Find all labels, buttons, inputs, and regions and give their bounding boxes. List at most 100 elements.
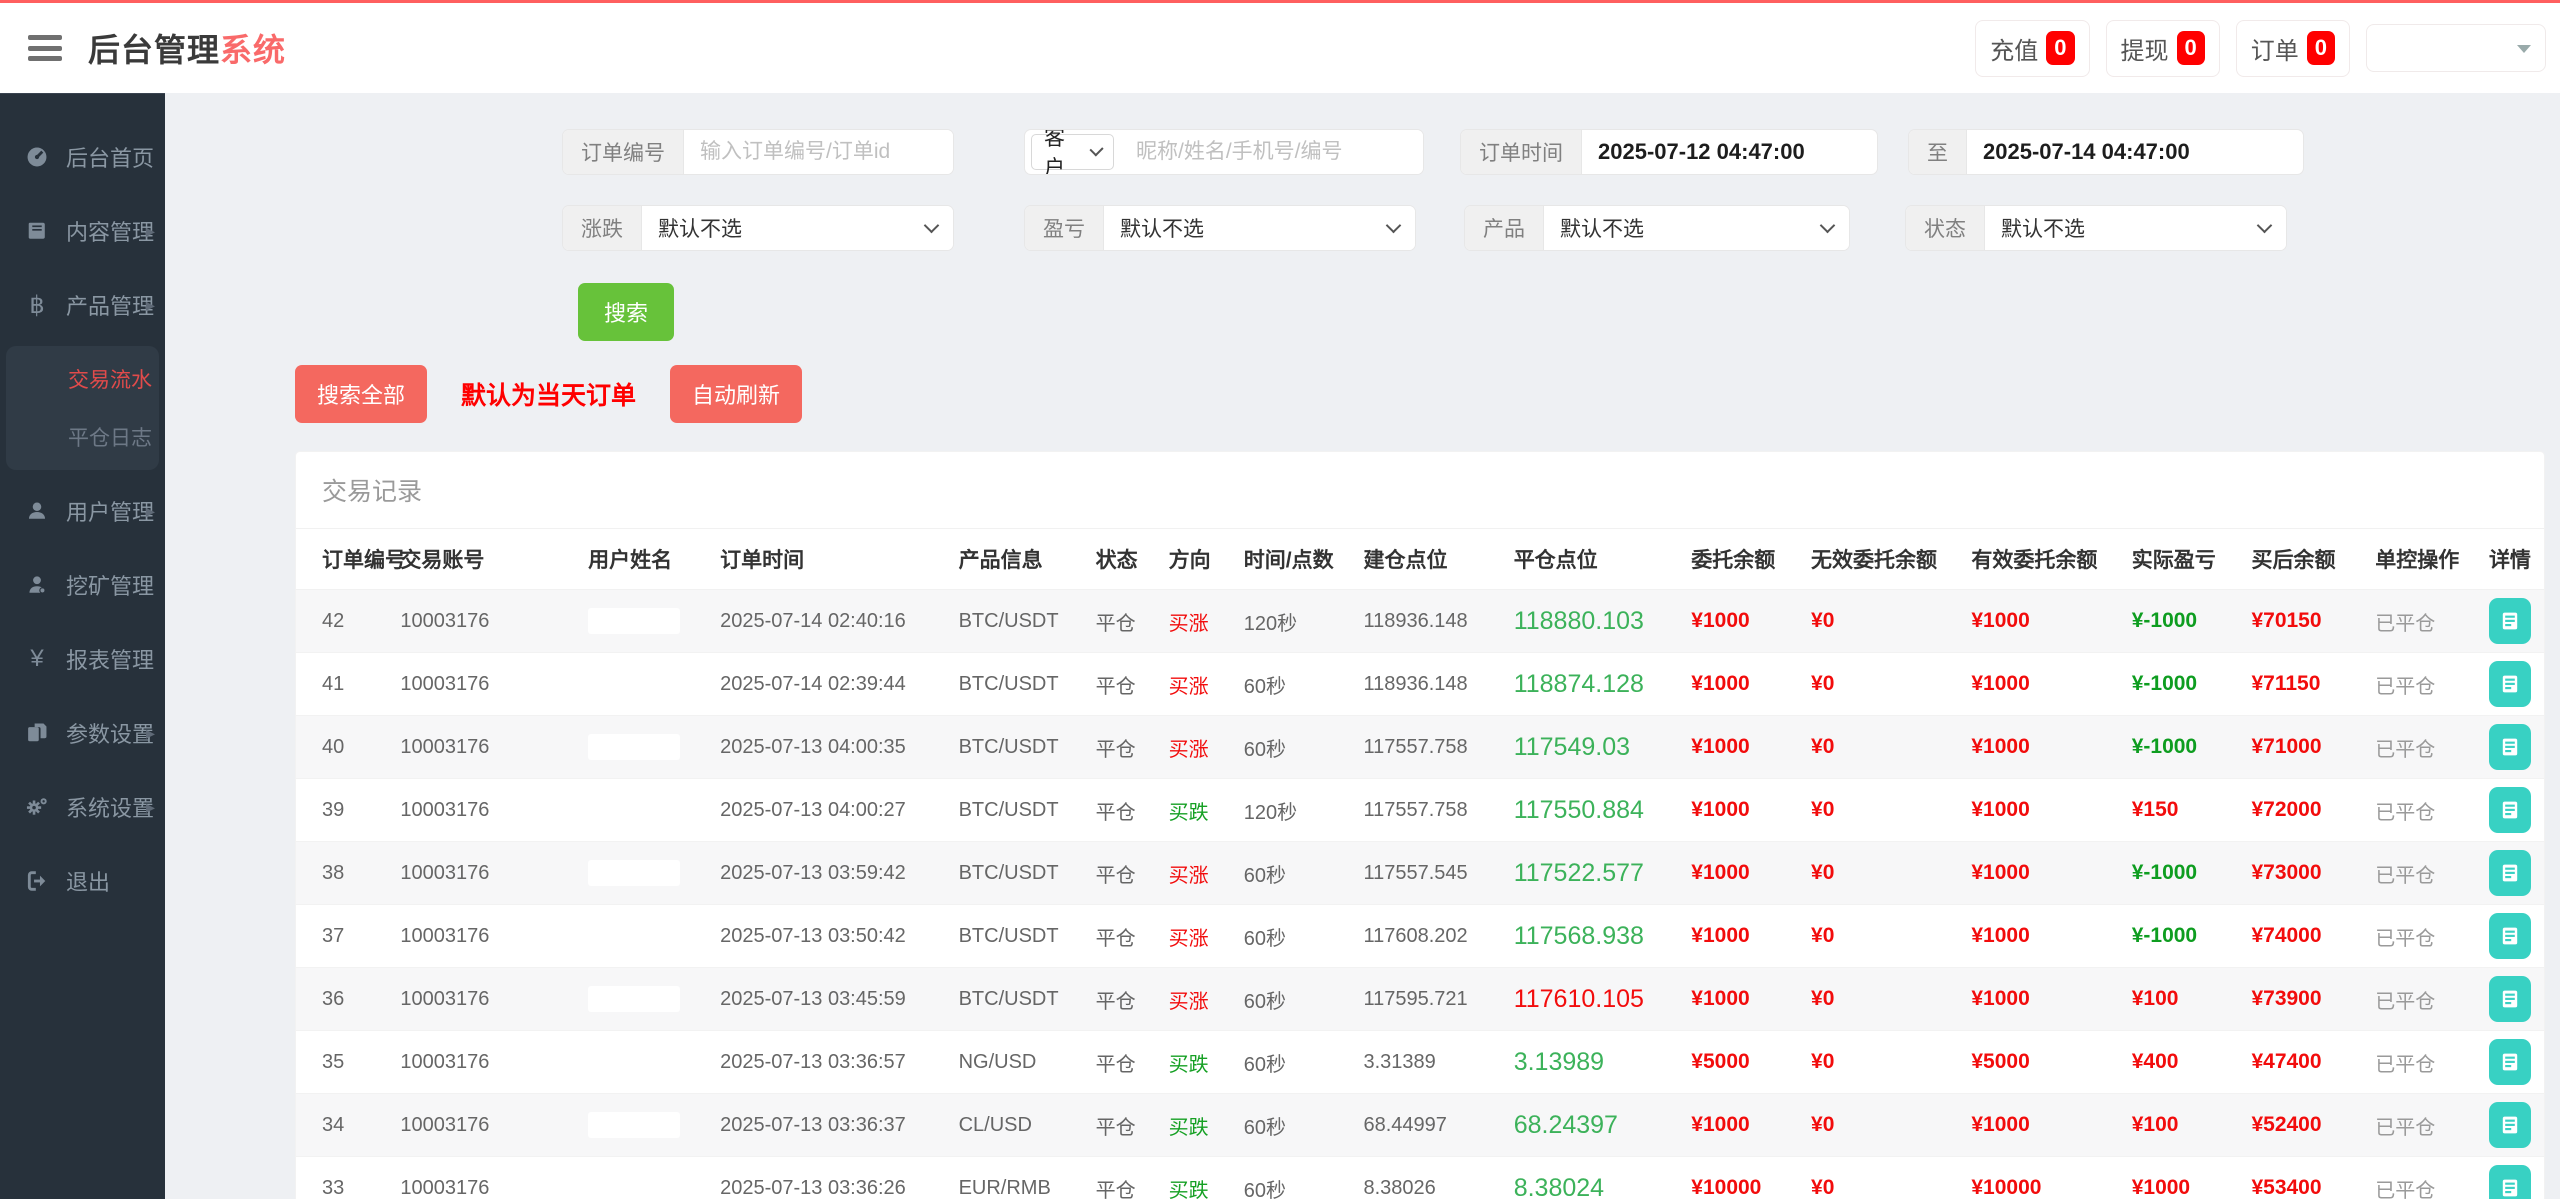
cell-detail [2481, 653, 2544, 716]
cell-entrust: ¥1000 [1683, 1094, 1803, 1157]
sidebar-label: 产品管理 [66, 289, 154, 321]
detail-button[interactable] [2489, 1165, 2531, 1199]
cell-close-point: 117522.577 [1506, 842, 1684, 905]
auto-refresh-button[interactable]: 自动刷新 [670, 365, 802, 423]
cell-detail [2481, 1094, 2544, 1157]
cell-open-point: 117557.545 [1355, 842, 1505, 905]
detail-button[interactable] [2489, 787, 2531, 833]
cell-profit: ¥-1000 [2124, 653, 2244, 716]
sidebar-item-content[interactable]: 内容管理 ▸ [0, 198, 165, 264]
cell-duration: 60秒 [1236, 905, 1356, 968]
filter-row-2: 涨跌 默认不选 盈亏 默认不选 产品 默认不选 状态 默认不选 [562, 205, 2560, 251]
cell-control: 已平仓 [2367, 653, 2481, 716]
updown-select[interactable]: 默认不选 [642, 206, 953, 250]
customer-group: 客户 [1024, 129, 1424, 175]
cell-invalid-entrust: ¥0 [1803, 1094, 1963, 1157]
sidebar-item-mining[interactable]: 挖矿管理 [0, 552, 165, 618]
cell-valid-entrust: ¥1000 [1963, 905, 2123, 968]
cell-status: 平仓 [1088, 1094, 1161, 1157]
sidebar-item-report[interactable]: ¥ 报表管理 [0, 626, 165, 692]
today-orders-note: 默认为当天订单 [461, 376, 636, 412]
cell-order-time: 2025-07-13 04:00:27 [712, 779, 951, 842]
cell-order-time: 2025-07-14 02:39:44 [712, 653, 951, 716]
cell-detail [2481, 1031, 2544, 1094]
cell-order-id: 33 [296, 1157, 392, 1199]
cell-account: 10003176 [392, 1031, 580, 1094]
detail-button[interactable] [2489, 661, 2531, 707]
sidebar-item-params[interactable]: 参数设置 ▸ [0, 700, 165, 766]
col-entrust: 委托余额 [1683, 529, 1803, 590]
to-label: 至 [1909, 130, 1967, 174]
time-to-value[interactable]: 2025-07-14 04:47:00 [1967, 130, 2206, 174]
cell-user-name [580, 653, 712, 716]
recharge-indicator[interactable]: 充值 0 [1975, 20, 2089, 77]
sidebar-item-logout[interactable]: 退出 [0, 848, 165, 914]
withdraw-indicator[interactable]: 提现 0 [2106, 20, 2220, 77]
cell-order-id: 38 [296, 842, 392, 905]
product-select[interactable]: 默认不选 [1544, 206, 1849, 250]
cell-profit: ¥-1000 [2124, 590, 2244, 653]
cell-entrust: ¥1000 [1683, 716, 1803, 779]
cell-duration: 60秒 [1236, 1094, 1356, 1157]
updown-label: 涨跌 [563, 206, 642, 250]
cell-order-time: 2025-07-13 03:36:26 [712, 1157, 951, 1199]
updown-group: 涨跌 默认不选 [562, 205, 954, 251]
col-invalid-entrust: 无效委托余额 [1803, 529, 1963, 590]
sidebar-label: 报表管理 [66, 643, 154, 675]
cell-control: 已平仓 [2367, 1094, 2481, 1157]
table-row: 36100031762025-07-13 03:45:59BTC/USDT平仓买… [296, 968, 2544, 1031]
dashboard-icon [22, 144, 52, 170]
detail-button[interactable] [2489, 1039, 2531, 1085]
status-select[interactable]: 默认不选 [1985, 206, 2286, 250]
cell-valid-entrust: ¥1000 [1963, 653, 2123, 716]
cell-valid-entrust: ¥1000 [1963, 716, 2123, 779]
detail-button[interactable] [2489, 598, 2531, 644]
sidebar-label: 退出 [66, 865, 110, 897]
sidebar-item-system[interactable]: 系统设置 ▸ [0, 774, 165, 840]
panel-title: 交易记录 [296, 452, 2544, 529]
cell-invalid-entrust: ¥0 [1803, 590, 1963, 653]
cell-user-name [580, 1031, 712, 1094]
cell-product: BTC/USDT [951, 590, 1088, 653]
detail-button[interactable] [2489, 976, 2531, 1022]
cell-direction: 买涨 [1161, 968, 1236, 1031]
profit-select[interactable]: 默认不选 [1104, 206, 1415, 250]
chevron-right-icon: ▸ [146, 295, 155, 316]
customer-type-select[interactable]: 客户 [1031, 134, 1114, 170]
chevron-right-icon: ▸ [146, 723, 155, 744]
sidebar-item-user[interactable]: 用户管理 ▸ [0, 478, 165, 544]
order-indicator[interactable]: 订单 0 [2236, 20, 2350, 77]
cell-direction: 买涨 [1161, 905, 1236, 968]
table-row: 38100031762025-07-13 03:59:42BTC/USDT平仓买… [296, 842, 2544, 905]
table-row: 37100031762025-07-13 03:50:42BTC/USDT平仓买… [296, 905, 2544, 968]
status-group: 状态 默认不选 [1905, 205, 2287, 251]
user-dropdown[interactable] [2366, 24, 2546, 72]
cell-control: 已平仓 [2367, 968, 2481, 1031]
sidebar-item-product[interactable]: ฿ 产品管理 ▸ [0, 272, 165, 338]
cell-detail [2481, 968, 2544, 1031]
detail-button[interactable] [2489, 850, 2531, 896]
cell-invalid-entrust: ¥0 [1803, 779, 1963, 842]
search-all-button[interactable]: 搜索全部 [295, 365, 427, 423]
cell-order-time: 2025-07-13 03:59:42 [712, 842, 951, 905]
cell-profit: ¥400 [2124, 1031, 2244, 1094]
detail-button[interactable] [2489, 913, 2531, 959]
cell-order-time: 2025-07-13 03:50:42 [712, 905, 951, 968]
detail-button[interactable] [2489, 1102, 2531, 1148]
search-button[interactable]: 搜索 [578, 283, 674, 341]
cell-valid-entrust: ¥5000 [1963, 1031, 2123, 1094]
sidebar-subitem-close-log[interactable]: 平仓日志 [6, 408, 159, 466]
sidebar-subitem-trade-flow[interactable]: 交易流水 [6, 350, 159, 408]
detail-button[interactable] [2489, 724, 2531, 770]
cell-account: 10003176 [392, 653, 580, 716]
customer-input[interactable] [1120, 130, 1423, 174]
app-header: 后台管理系统 充值 0 提现 0 订单 0 [0, 3, 2560, 93]
cell-product: BTC/USDT [951, 779, 1088, 842]
cell-direction: 买跌 [1161, 779, 1236, 842]
time-from-group: 订单时间 2025-07-12 04:47:00 [1460, 129, 1878, 175]
time-from-value[interactable]: 2025-07-12 04:47:00 [1582, 130, 1821, 174]
order-no-input[interactable] [684, 130, 954, 174]
sidebar-item-dashboard[interactable]: 后台首页 [0, 124, 165, 190]
hamburger-menu-icon[interactable] [28, 35, 62, 61]
filter-row-1: 订单编号 客户 订单时间 2025-07-12 04:47:00 至 2025-… [562, 129, 2560, 175]
